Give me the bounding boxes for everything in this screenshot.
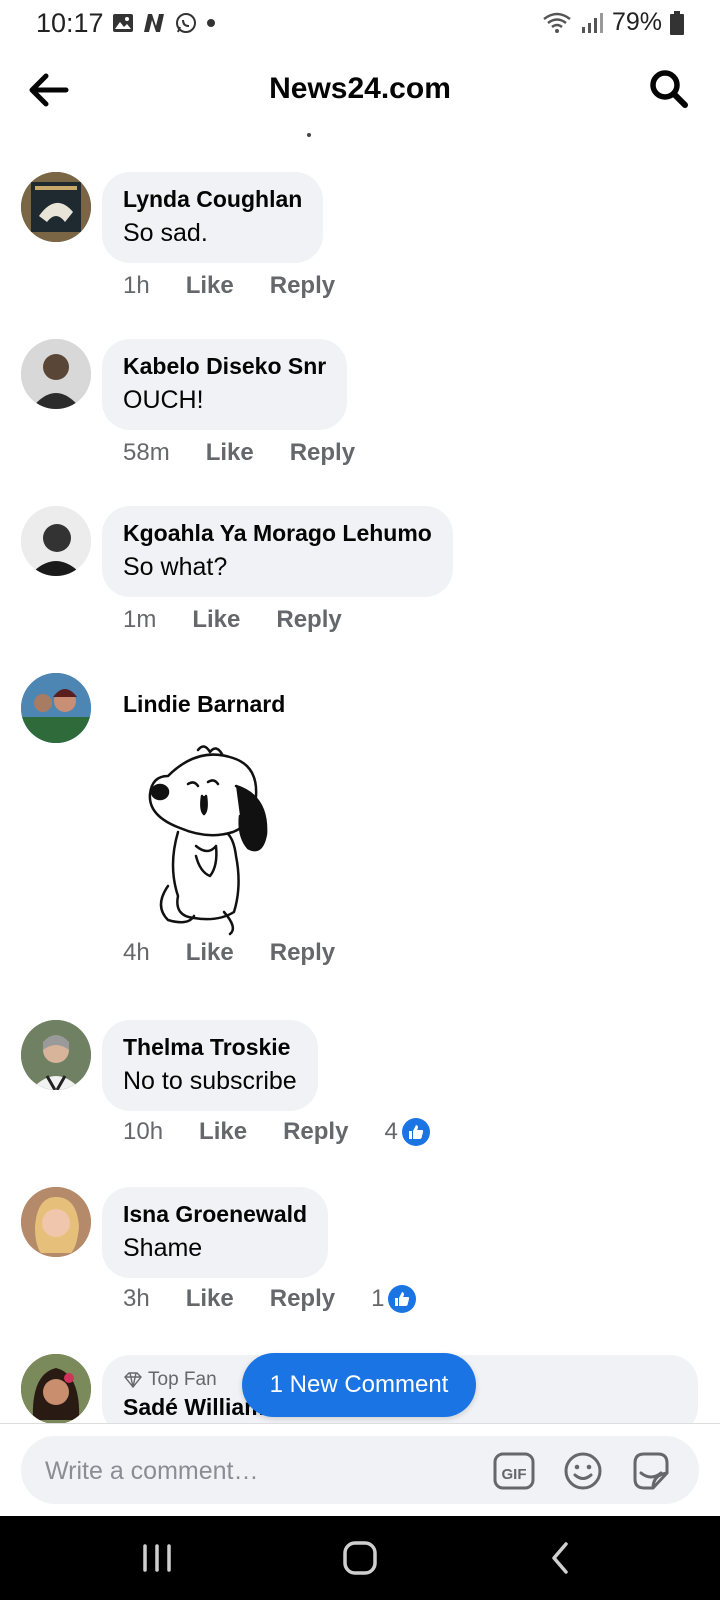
comment-time[interactable]: 4h (123, 939, 150, 967)
comment-author[interactable]: Lynda Coughlan (123, 183, 302, 215)
diamond-icon (124, 1372, 142, 1388)
avatar[interactable] (21, 1354, 91, 1424)
reply-button[interactable]: Reply (276, 606, 341, 634)
comment-time[interactable]: 58m (123, 439, 170, 467)
comment-text: No to subscribe (123, 1067, 297, 1095)
comment-actions: 10h Like Reply 4 (123, 1118, 430, 1146)
back-nav-button[interactable] (530, 1536, 590, 1580)
app-header: News24.com (0, 56, 720, 126)
comment-actions: 58m Like Reply (123, 439, 355, 467)
comment-composer: GIF (0, 1423, 720, 1516)
home-button[interactable] (330, 1536, 390, 1580)
search-icon (650, 70, 688, 108)
like-button[interactable]: Like (206, 439, 254, 467)
gallery-icon (113, 14, 133, 32)
signal-icon (581, 12, 603, 33)
back-chevron-icon (552, 1542, 568, 1574)
emoji-icon (564, 1452, 602, 1490)
snoopy-sticker-icon (148, 745, 268, 936)
avatar[interactable] (21, 506, 91, 576)
like-button[interactable]: Like (186, 272, 234, 300)
wifi-icon (543, 12, 571, 33)
sticker-image[interactable] (138, 736, 278, 936)
like-thumb-icon (388, 1285, 417, 1313)
recent-apps-icon (143, 1544, 171, 1572)
comment-author[interactable]: Lindie Barnard (123, 688, 285, 720)
reaction-count[interactable]: 4 (384, 1118, 430, 1146)
like-button[interactable]: Like (192, 606, 240, 634)
battery-percent: 79% (611, 8, 662, 36)
status-time: 10:17 (36, 8, 104, 38)
like-button[interactable]: Like (186, 1285, 234, 1313)
comment-bubble[interactable]: Isna Groenewald Shame (102, 1187, 329, 1278)
avatar[interactable] (21, 339, 91, 409)
gif-button[interactable]: GIF (492, 1449, 536, 1493)
sticker-icon (633, 1452, 669, 1490)
comment-actions: 4h Like Reply (123, 939, 335, 967)
page-title: News24.com (269, 72, 451, 105)
top-fan-label: Top Fan (148, 1369, 217, 1390)
comment-bubble[interactable]: Kgoahla Ya Morago Lehumo So what? (102, 506, 453, 597)
new-comment-button[interactable]: 1 New Comment (242, 1353, 476, 1417)
reply-button[interactable]: Reply (270, 1285, 335, 1313)
comment-author[interactable]: Thelma Troskie (123, 1031, 297, 1063)
comment-time[interactable]: 1m (123, 606, 156, 634)
battery-icon (670, 10, 684, 35)
comment-actions: 3h Like Reply 1 (123, 1285, 417, 1313)
home-icon (343, 1541, 377, 1575)
emoji-button[interactable] (561, 1449, 605, 1493)
comment-bubble[interactable]: Lindie Barnard (102, 677, 306, 732)
system-nav-bar (0, 1516, 720, 1600)
reaction-number: 4 (384, 1118, 398, 1145)
comment-author[interactable]: Sadé William (123, 1394, 265, 1421)
sticker-button[interactable] (629, 1449, 673, 1493)
avatar[interactable] (21, 673, 91, 743)
avatar[interactable] (21, 1187, 91, 1257)
svg-text:GIF: GIF (502, 1466, 527, 1483)
reply-button[interactable]: Reply (290, 439, 355, 467)
gif-icon: GIF (493, 1452, 535, 1490)
comment-bubble[interactable]: Lynda Coughlan So sad. (102, 172, 324, 263)
comment-bubble[interactable]: Thelma Troskie No to subscribe (102, 1020, 318, 1111)
comment-time[interactable]: 1h (123, 272, 150, 300)
comment-actions: 1m Like Reply (123, 606, 342, 634)
recent-apps-button[interactable] (127, 1536, 187, 1580)
comment-text: So what? (123, 553, 228, 581)
comment-author[interactable]: Kabelo Diseko Snr (123, 350, 326, 382)
top-fan-badge: Top Fan (124, 1369, 217, 1391)
reply-button[interactable]: Reply (270, 272, 335, 300)
search-button[interactable] (648, 68, 690, 110)
whatsapp-icon (176, 13, 196, 33)
like-button[interactable]: Like (199, 1118, 247, 1146)
composer-box[interactable]: GIF (21, 1436, 699, 1504)
avatar[interactable] (21, 172, 91, 242)
notification-dot-icon (207, 19, 215, 27)
comment-author[interactable]: Isna Groenewald (123, 1198, 307, 1230)
comment-bubble[interactable]: Kabelo Diseko Snr OUCH! (102, 339, 348, 430)
comment-text: OUCH! (123, 386, 204, 414)
comment-time[interactable]: 10h (123, 1118, 163, 1146)
comment-text: So sad. (123, 219, 208, 247)
status-bar: 10:17 79% (0, 0, 720, 46)
news-app-icon (144, 14, 164, 32)
comment-input[interactable] (43, 1450, 467, 1492)
scroll-dot (307, 133, 311, 137)
like-thumb-icon (401, 1118, 430, 1146)
reaction-number: 1 (371, 1285, 385, 1312)
comment-actions: 1h Like Reply (123, 272, 335, 300)
reaction-count[interactable]: 1 (371, 1285, 417, 1313)
like-button[interactable]: Like (186, 939, 234, 967)
comment-text: Shame (123, 1234, 203, 1262)
reply-button[interactable]: Reply (283, 1118, 348, 1146)
comment-time[interactable]: 3h (123, 1285, 150, 1313)
avatar[interactable] (21, 1020, 91, 1090)
reply-button[interactable]: Reply (270, 939, 335, 967)
comment-author[interactable]: Kgoahla Ya Morago Lehumo (123, 517, 432, 549)
